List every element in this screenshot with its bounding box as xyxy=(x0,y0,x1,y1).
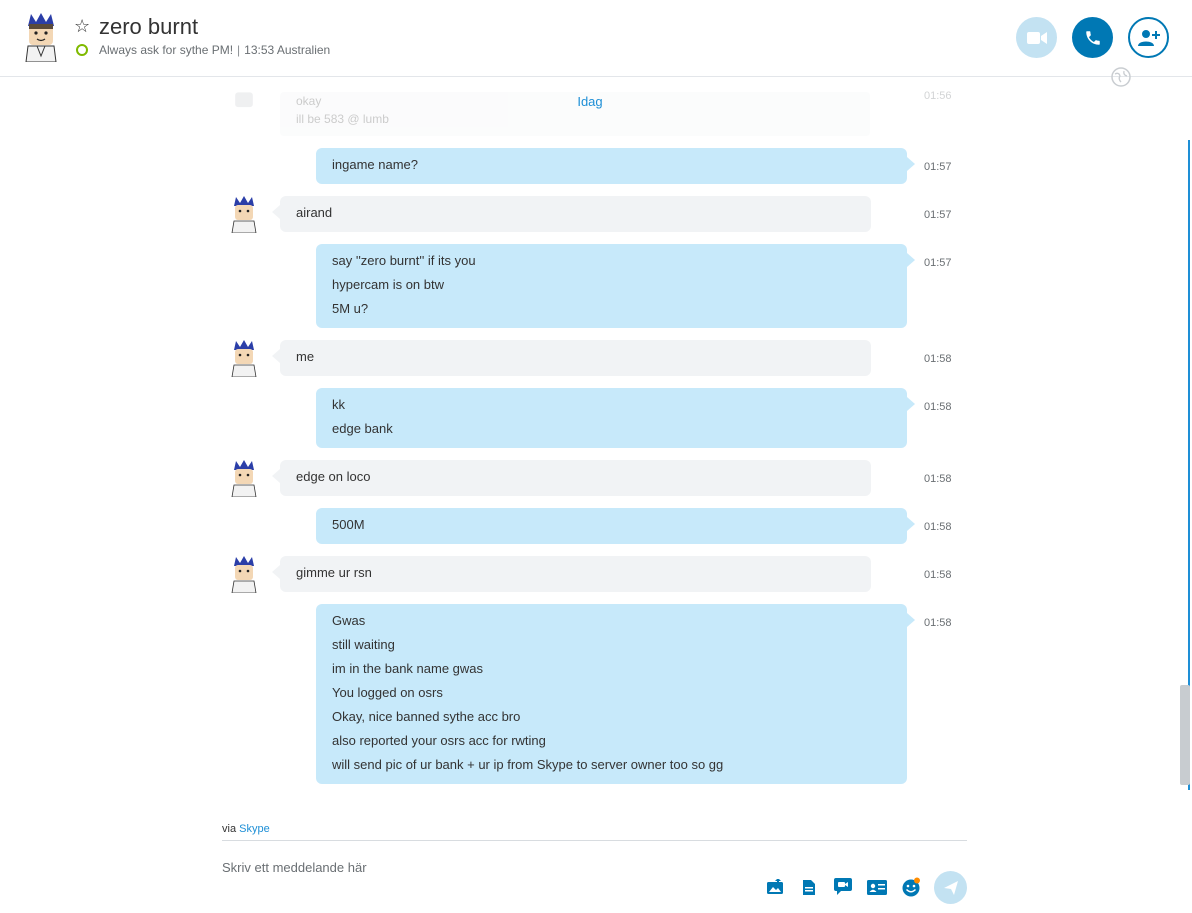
message-line: You logged on osrs xyxy=(332,685,443,700)
faded-line: ill be 583 @ lumb xyxy=(296,112,389,126)
video-message-icon xyxy=(834,878,852,895)
mood-separator: | xyxy=(237,43,241,57)
message-line: also reported your osrs acc for rwting xyxy=(332,733,546,748)
message-line: kk xyxy=(332,397,345,412)
file-icon xyxy=(803,879,815,895)
message-line: still waiting xyxy=(332,637,395,652)
contact-name[interactable]: zero burnt xyxy=(99,14,198,40)
favorite-star-icon[interactable]: ☆ xyxy=(74,16,90,36)
sender-avatar[interactable] xyxy=(228,459,260,497)
message-outgoing[interactable]: 500M xyxy=(316,508,915,544)
image-icon xyxy=(767,879,783,894)
local-time: 13:53 Australien xyxy=(244,43,331,57)
message-time: 01:57 xyxy=(924,257,952,269)
message-time: 01:58 xyxy=(924,353,952,365)
send-contact-button[interactable] xyxy=(866,876,888,898)
message-line: gimme ur rsn xyxy=(296,565,372,580)
message-line: hypercam is on btw xyxy=(332,277,444,292)
message-incoming[interactable]: airand xyxy=(272,196,871,232)
conversation-header: ☆ zero burnt Always ask for sythe PM! | 13… xyxy=(0,0,1192,77)
day-separator: Idag xyxy=(577,94,603,109)
composer-divider xyxy=(222,840,967,841)
emoticon-button[interactable] xyxy=(900,876,922,898)
message-line: Gwas xyxy=(332,613,366,628)
send-photo-button[interactable] xyxy=(764,876,786,898)
message-line: edge on loco xyxy=(296,469,371,484)
message-line: 500M xyxy=(332,517,365,532)
message-line: airand xyxy=(296,205,333,220)
message-time: 01:58 xyxy=(924,569,952,581)
send-arrow-icon xyxy=(943,880,958,895)
message-time: 01:58 xyxy=(924,473,952,485)
video-message-button[interactable] xyxy=(832,876,854,898)
smiley-icon xyxy=(902,877,920,897)
message-incoming[interactable]: gimme ur rsn xyxy=(272,556,871,592)
message-line: 5M u? xyxy=(332,301,369,316)
sender-avatar[interactable] xyxy=(228,555,260,593)
message-incoming[interactable]: edge on loco xyxy=(272,460,871,496)
via-skype-link[interactable]: Skype xyxy=(239,823,270,835)
video-call-button[interactable] xyxy=(1016,17,1057,58)
message-outgoing[interactable]: Gwas still waiting im in the bank name g… xyxy=(316,604,915,784)
message-line: ingame name? xyxy=(332,157,418,172)
contact-mood: Always ask for sythe PM! | 13:53 Australie… xyxy=(99,43,330,58)
faded-time: 01:56 xyxy=(924,90,952,102)
presence-status-icon xyxy=(76,44,88,56)
audio-call-button[interactable] xyxy=(1072,17,1113,58)
add-person-icon xyxy=(1137,29,1160,46)
faded-avatar xyxy=(235,92,253,108)
message-time: 01:58 xyxy=(924,401,952,413)
mood-text: Always ask for sythe PM! xyxy=(99,43,234,57)
send-file-button[interactable] xyxy=(798,876,820,898)
message-time: 01:57 xyxy=(924,209,952,221)
sender-avatar[interactable] xyxy=(228,195,260,233)
message-history: okay ill be 583 @ lumb 01:56 Idag ingame… xyxy=(0,78,1180,818)
message-line: Okay, nice banned sythe acc bro xyxy=(332,709,521,724)
sender-avatar[interactable] xyxy=(228,339,260,377)
message-time: 01:58 xyxy=(924,617,952,629)
add-participant-button[interactable] xyxy=(1128,17,1169,58)
message-input[interactable] xyxy=(222,855,742,879)
message-line: say ''zero burnt'' if its you xyxy=(332,253,476,268)
via-label: via Skype xyxy=(222,823,270,835)
via-prefix: via xyxy=(222,823,237,835)
send-button[interactable] xyxy=(934,871,967,904)
message-outgoing[interactable]: kk edge bank xyxy=(316,388,915,448)
message-line: will send pic of ur bank + ur ip from Sk… xyxy=(332,757,724,772)
contact-avatar[interactable] xyxy=(20,12,62,62)
message-line: me xyxy=(296,349,315,364)
message-outgoing[interactable]: ingame name? xyxy=(316,148,915,184)
contact-card-icon xyxy=(867,879,887,895)
phone-icon xyxy=(1085,30,1100,45)
message-line: im in the bank name gwas xyxy=(332,661,484,676)
scrollbar-thumb[interactable] xyxy=(1180,685,1190,785)
message-line: edge bank xyxy=(332,421,393,436)
message-time: 01:57 xyxy=(924,161,952,173)
message-outgoing[interactable]: say ''zero burnt'' if its you hypercam i… xyxy=(316,244,915,328)
message-time: 01:58 xyxy=(924,521,952,533)
video-camera-icon xyxy=(1026,31,1047,44)
message-incoming[interactable]: me xyxy=(272,340,871,376)
